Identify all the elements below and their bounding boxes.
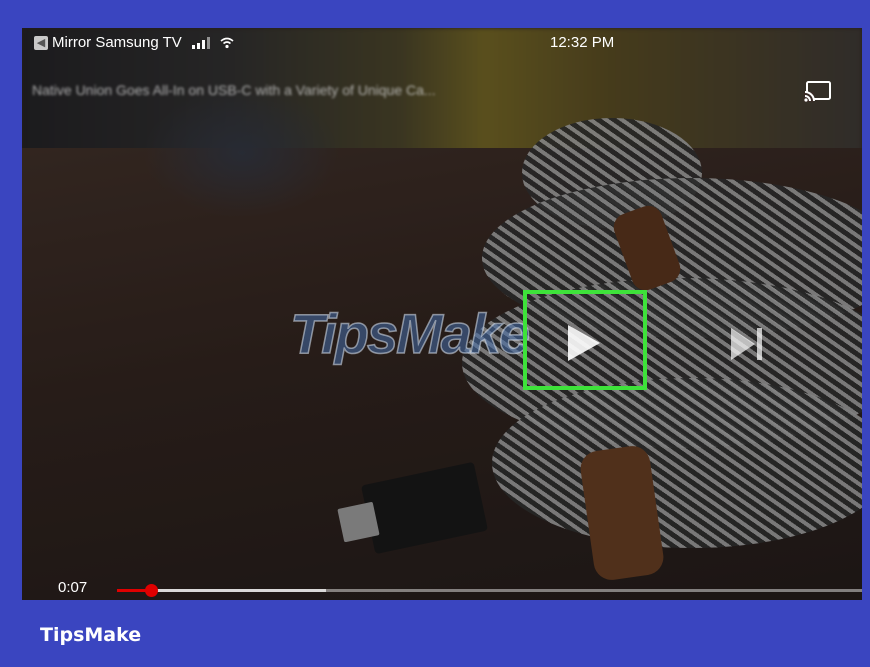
progress-scrubber[interactable] [144, 584, 158, 597]
cast-icon[interactable] [804, 80, 832, 102]
wifi-icon [220, 37, 234, 48]
play-button[interactable] [554, 315, 614, 370]
signal-bars-icon [191, 36, 210, 49]
status-bar: ◀ Mirror Samsung TV 12:32 PM [22, 28, 862, 58]
play-icon[interactable] [566, 323, 602, 363]
watermark-logo: TipsMake [289, 301, 531, 366]
next-button[interactable] [722, 324, 772, 364]
current-time: 0:07 [58, 579, 88, 596]
brand-label: TipsMake [40, 624, 142, 646]
progress-track[interactable] [117, 584, 862, 597]
video-title: Native Union Goes All-In on USB-C with a… [32, 82, 436, 98]
skip-next-icon[interactable] [727, 326, 767, 362]
video-player[interactable]: ◀ Mirror Samsung TV 12:32 PM Native Unio… [22, 28, 862, 600]
status-clock: 12:32 PM [550, 34, 615, 51]
back-app-label[interactable]: Mirror Samsung TV [52, 34, 182, 51]
back-to-app[interactable]: ◀ Mirror Samsung TV [34, 34, 234, 51]
back-arrow-icon[interactable]: ◀ [34, 35, 48, 50]
